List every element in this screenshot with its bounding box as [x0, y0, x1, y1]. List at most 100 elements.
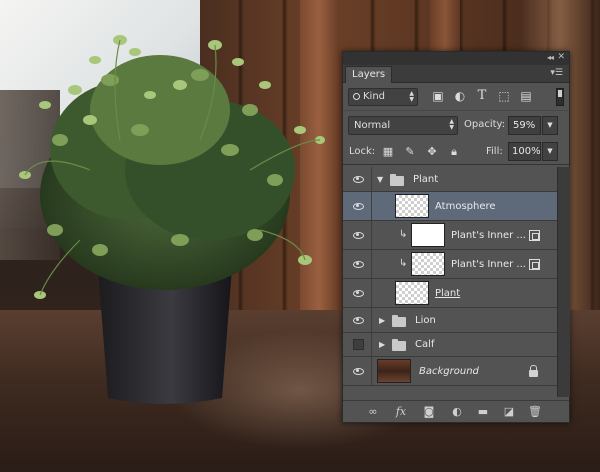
layer-row-plants-inner-1[interactable]: ↳ Plant's Inner ... — [343, 221, 557, 250]
layer-row-lion-group[interactable]: ▶ Lion — [343, 308, 557, 333]
column-divider — [371, 333, 372, 356]
layer-row-plants-inner-2[interactable]: ↳ Plant's Inner ... — [343, 250, 557, 279]
layer-thumbnail[interactable] — [411, 252, 445, 276]
close-icon[interactable]: ✕ — [557, 52, 565, 62]
eye-icon — [352, 289, 364, 297]
layers-panel: ◂◂ ✕ Layers ▾☰ Kind ▲ ▼ ▣ ◐ T ⬚ ▤ Normal … — [342, 51, 570, 423]
expand-arrow-icon[interactable]: ▶ — [379, 340, 385, 349]
visibility-toggle[interactable] — [348, 333, 368, 356]
expand-arrow-icon[interactable]: ▼ — [377, 175, 383, 184]
clipping-arrow-icon: ↳ — [399, 229, 408, 240]
layer-name: Lion — [415, 315, 436, 326]
link-layers-icon[interactable]: ∞ — [365, 404, 381, 420]
expand-arrow-icon[interactable]: ▶ — [379, 316, 385, 325]
column-divider — [371, 192, 372, 220]
lock-transparent-icon[interactable]: ▦ — [381, 145, 395, 159]
visibility-toggle[interactable] — [348, 167, 368, 191]
blend-mode-select[interactable]: Normal ▲ ▼ — [348, 116, 458, 135]
opacity-slider-button[interactable]: ▼ — [542, 116, 558, 135]
eye-icon — [352, 231, 364, 239]
visibility-toggle[interactable] — [348, 357, 368, 385]
type-filter-icon[interactable]: T — [475, 89, 489, 103]
lock-all-icon[interactable]: 🔒︎ — [447, 145, 461, 159]
fill-label: Fill: — [486, 146, 503, 157]
eye-icon — [352, 175, 364, 183]
eye-icon — [352, 367, 364, 375]
layer-row-plant[interactable]: Plant — [343, 279, 557, 308]
opacity-label: Opacity: — [464, 119, 506, 130]
fill-input[interactable]: 100% — [508, 142, 541, 161]
layer-row-background[interactable]: Background — [343, 357, 557, 386]
smart-filter-icon — [529, 259, 540, 270]
blend-row: Normal ▲ ▼ Opacity: 59% ▼ — [343, 111, 569, 139]
updown-icon: ▲ ▼ — [449, 118, 454, 131]
kind-filter-label: Kind — [363, 91, 386, 102]
smart-object-thumbnail[interactable] — [395, 281, 429, 305]
layer-thumbnail[interactable] — [411, 223, 445, 247]
lock-label: Lock: — [349, 146, 376, 157]
adjustment-filter-icon[interactable]: ◐ — [453, 89, 467, 103]
smart-object-filter-icon[interactable]: ▤ — [519, 89, 533, 103]
filter-toggle[interactable] — [556, 88, 564, 106]
shape-filter-icon[interactable]: ⬚ — [497, 89, 511, 103]
layer-name: Plant's Inner ... — [451, 259, 526, 270]
column-divider — [371, 308, 372, 332]
lock-icon — [529, 365, 538, 377]
opacity-input[interactable]: 59% — [508, 116, 541, 135]
new-layer-icon[interactable]: ◪ — [501, 404, 517, 420]
eye-icon — [352, 202, 364, 210]
fx-icon[interactable]: fx — [393, 404, 409, 420]
adjustment-layer-icon[interactable]: ◐ — [449, 404, 465, 420]
updown-icon: ▲ ▼ — [409, 90, 414, 103]
layer-row-atmosphere[interactable]: Atmosphere — [343, 192, 557, 221]
lock-position-icon[interactable]: ✥ — [425, 145, 439, 159]
filter-row: Kind ▲ ▼ ▣ ◐ T ⬚ ▤ — [343, 83, 569, 111]
column-divider — [371, 279, 372, 307]
layer-name: Background — [419, 366, 479, 377]
potted-plant — [19, 35, 325, 404]
layer-thumbnail[interactable] — [395, 194, 429, 218]
blend-mode-value: Normal — [354, 120, 391, 131]
visibility-toggle[interactable] — [348, 279, 368, 307]
fill-slider-button[interactable]: ▼ — [542, 142, 558, 161]
eye-icon — [352, 316, 364, 324]
layer-row-calf-group[interactable]: ▶ Calf — [343, 333, 557, 357]
trash-icon[interactable]: 🗑︎ — [527, 404, 543, 420]
visibility-toggle[interactable] — [348, 308, 368, 332]
lock-image-icon[interactable]: ✎ — [403, 145, 417, 159]
visibility-toggle[interactable] — [348, 192, 368, 220]
collapse-icon[interactable]: ◂◂ — [547, 53, 554, 62]
layer-thumbnail[interactable] — [377, 359, 411, 383]
panel-tab-row: Layers ▾☰ — [343, 65, 569, 83]
visibility-toggle[interactable] — [348, 221, 368, 249]
layer-name: Plant's Inner ... — [451, 230, 526, 241]
add-mask-icon[interactable]: ◙ — [421, 404, 437, 420]
new-group-icon[interactable]: ▬ — [475, 404, 491, 420]
panel-titlebar[interactable]: ◂◂ ✕ — [343, 52, 569, 65]
smart-filter-icon — [529, 230, 540, 241]
folder-icon — [390, 174, 404, 186]
folder-icon — [392, 315, 406, 327]
panel-bottom-toolbar: ∞ fx ◙ ◐ ▬ ◪ 🗑︎ — [343, 400, 569, 422]
tab-layers[interactable]: Layers — [345, 66, 393, 83]
layer-name: Atmosphere — [435, 201, 496, 212]
lock-row: Lock: ▦ ✎ ✥ 🔒︎ Fill: 100% ▼ — [343, 139, 569, 165]
hidden-visibility-box — [352, 339, 364, 350]
column-divider — [371, 250, 372, 278]
layer-name: Plant — [413, 174, 439, 185]
eye-icon — [352, 260, 364, 268]
column-divider — [371, 167, 372, 191]
visibility-toggle[interactable] — [348, 250, 368, 278]
layers-scrollbar[interactable] — [557, 167, 570, 397]
layer-name: Calf — [415, 339, 435, 350]
image-filter-icon[interactable]: ▣ — [431, 89, 445, 103]
layers-list: ▼ Plant Atmosphere ↳ Plant's Inner ... ↳ — [343, 167, 557, 397]
folder-icon — [392, 339, 406, 351]
layer-name: Plant — [435, 288, 461, 299]
clipping-arrow-icon: ↳ — [399, 258, 408, 269]
panel-menu-icon[interactable]: ▾☰ — [550, 68, 563, 78]
layer-row-plant-group[interactable]: ▼ Plant — [343, 167, 557, 192]
column-divider — [371, 221, 372, 249]
search-icon — [353, 93, 360, 100]
kind-filter-select[interactable]: Kind ▲ ▼ — [348, 88, 418, 106]
